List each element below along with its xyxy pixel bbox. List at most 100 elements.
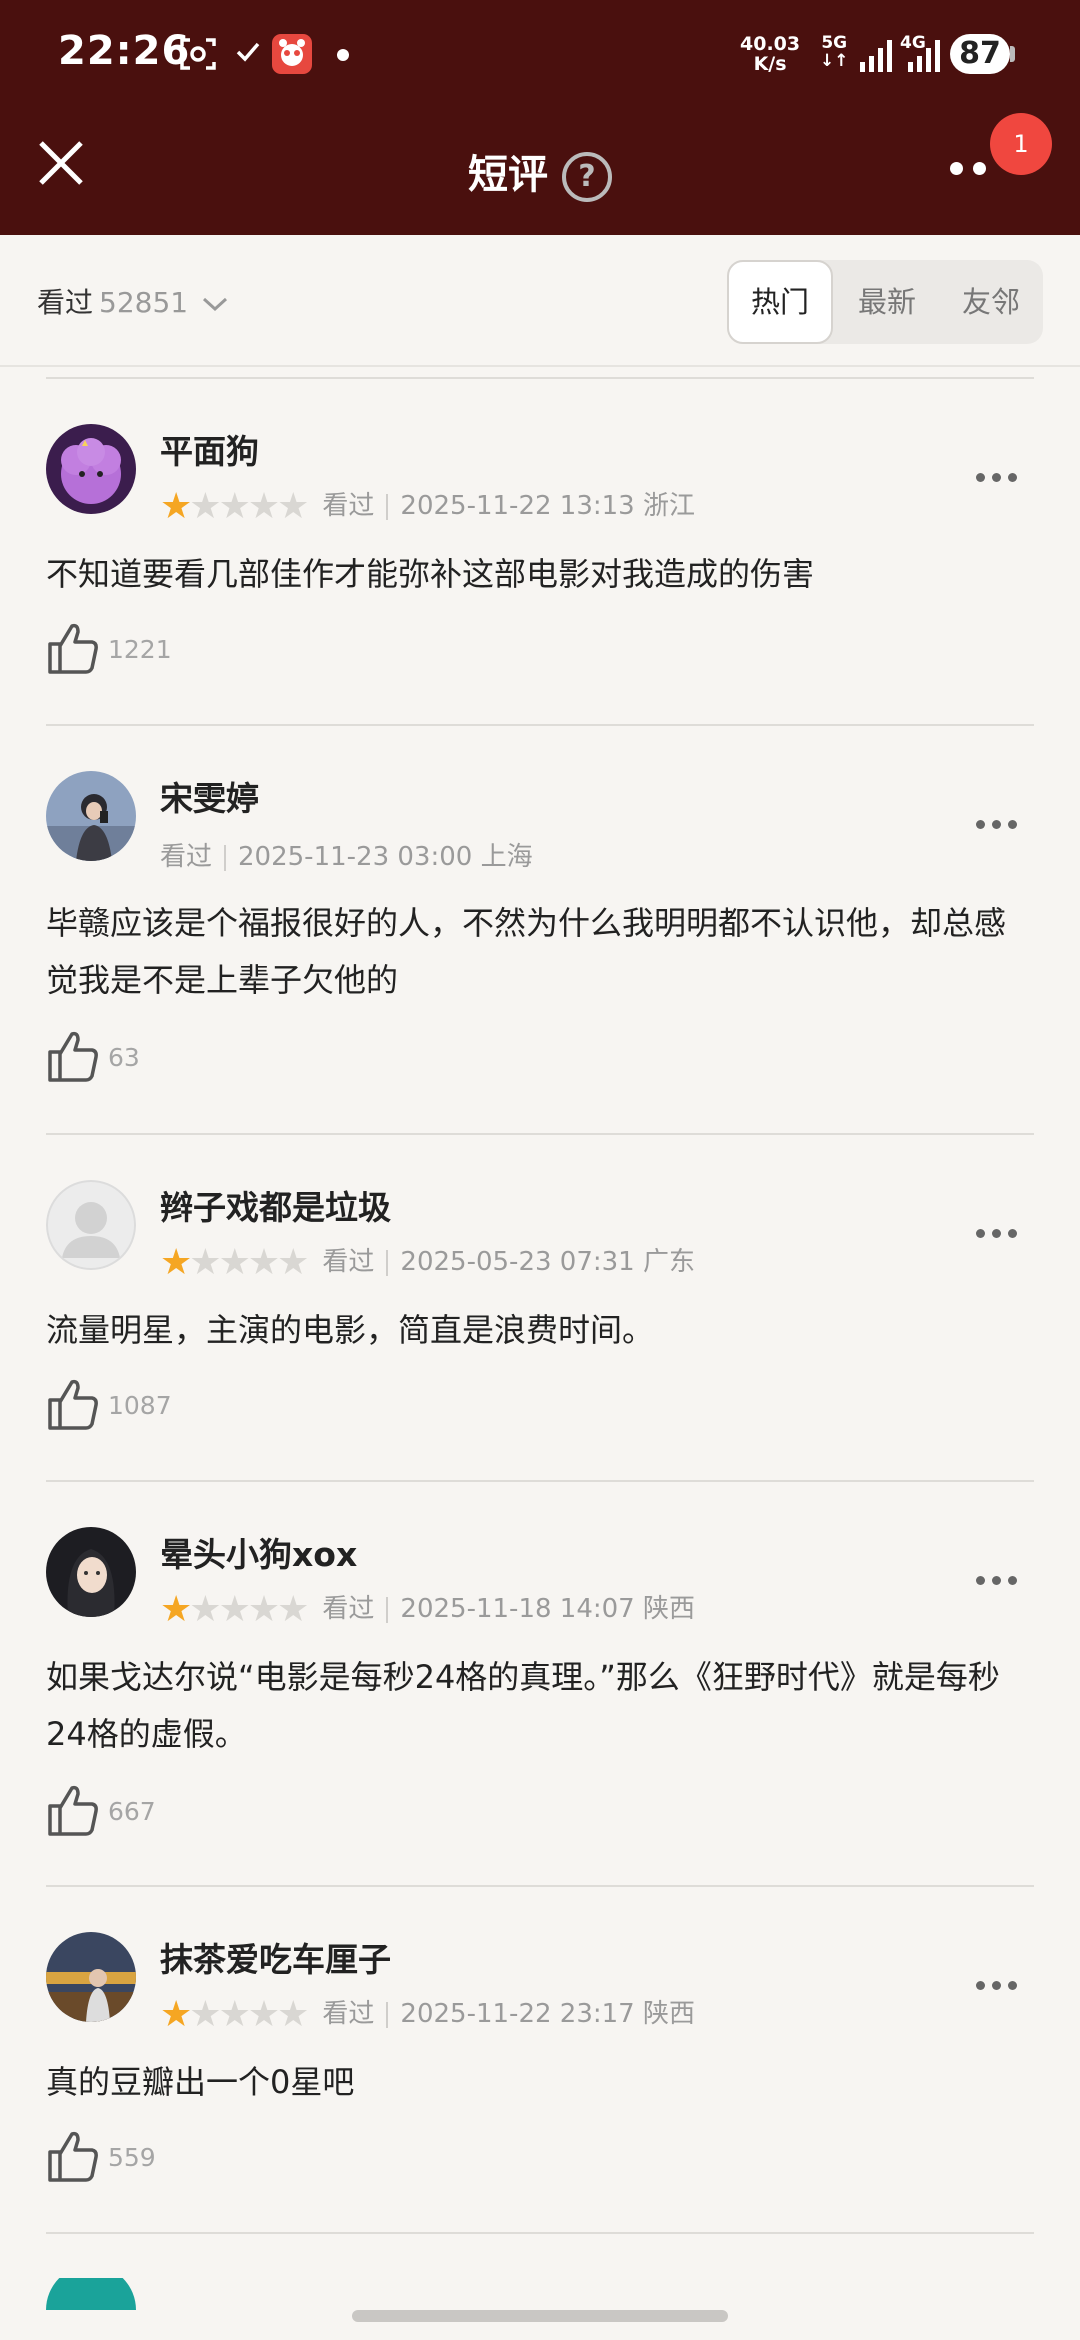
- review-username[interactable]: 抹茶爱吃车厘子: [160, 1933, 391, 1981]
- thumbs-up-icon[interactable]: [46, 1376, 100, 1432]
- like-count: 63: [108, 1043, 140, 1072]
- star-icon: ★: [189, 1588, 222, 1630]
- chevron-down-icon: [202, 297, 228, 312]
- star-icon: ★: [277, 1241, 310, 1283]
- review-meta: 看过 2025-11-23 03:00 上海: [160, 836, 533, 873]
- review-more-button[interactable]: [976, 1570, 1024, 1589]
- review-time: 2025-11-23 03:00: [238, 842, 473, 872]
- tab-friends[interactable]: 友邻: [941, 260, 1041, 344]
- review-username[interactable]: 晕头小狗xox: [160, 1528, 357, 1576]
- review-more-button[interactable]: [976, 814, 1024, 833]
- net-speed-unit: K/s: [753, 53, 787, 75]
- data-arrows-icon: ↓↑: [820, 51, 849, 71]
- review-meta: ★★★★★ 看过 2025-11-22 23:17 陕西: [160, 1993, 695, 2033]
- review-time: 2025-11-22 23:17: [400, 1999, 635, 2029]
- star-icon: ★: [189, 1993, 222, 2035]
- help-icon[interactable]: ?: [562, 152, 612, 202]
- filter-bar: 看过 52851 热门 最新 友邻: [0, 235, 1080, 367]
- star-icon: ★: [247, 1588, 281, 1630]
- like-count: 1221: [108, 635, 172, 664]
- star-icon: ★: [218, 1241, 251, 1283]
- home-indicator[interactable]: [352, 2310, 728, 2322]
- notification-badge[interactable]: 1: [990, 113, 1052, 175]
- rating-stars: ★★★★★: [160, 1588, 310, 1630]
- review-username[interactable]: 宋雯婷: [160, 772, 259, 820]
- review-location: 陕西: [642, 1999, 695, 2029]
- tab-hot[interactable]: 热门: [727, 260, 833, 344]
- review-username[interactable]: 辫子戏都是垃圾: [160, 1181, 391, 1229]
- meta-separator: [386, 493, 389, 520]
- page-title-text: 短评: [468, 152, 548, 198]
- divider: [46, 724, 1034, 726]
- thumbs-up-icon[interactable]: [46, 620, 100, 676]
- more-options-button[interactable]: [950, 160, 996, 179]
- star-icon: ★: [218, 1588, 251, 1630]
- star-icon: ★: [218, 485, 251, 527]
- star-icon: ★: [160, 1588, 193, 1630]
- divider: [46, 2232, 1034, 2234]
- like-count: 1087: [108, 1391, 172, 1420]
- review-text: 毕赣应该是个福报很好的人，不然为什么我明明都不认识他，却总感觉我是不是上辈子欠他…: [46, 904, 1007, 999]
- divider: [46, 1133, 1034, 1135]
- review-more-button[interactable]: [976, 1223, 1024, 1242]
- seen-filter-dropdown[interactable]: 看过 52851: [37, 281, 229, 321]
- seen-label: 看过: [37, 286, 94, 319]
- rating-stars: ★★★★★: [160, 1993, 310, 2035]
- star-icon: ★: [277, 1993, 310, 2035]
- thumbs-up-icon[interactable]: [46, 1028, 100, 1084]
- battery-tip: [1010, 46, 1015, 62]
- review-meta: ★★★★★ 看过 2025-05-23 07:31 广东: [160, 1241, 695, 1281]
- star-icon: ★: [189, 485, 222, 527]
- tab-latest[interactable]: 最新: [837, 260, 937, 344]
- star-icon: ★: [160, 485, 193, 527]
- review-location: 上海: [480, 842, 533, 872]
- avatar[interactable]: [46, 2278, 136, 2310]
- review-location: 陕西: [642, 1594, 695, 1624]
- check-icon: [236, 42, 260, 62]
- app-notification-icon: [272, 34, 312, 74]
- review-meta: ★★★★★ 看过 2025-11-22 13:13 浙江: [160, 485, 695, 525]
- meta-separator: [386, 2001, 389, 2028]
- signal-icon: [908, 40, 940, 72]
- thumbs-up-icon[interactable]: [46, 2128, 100, 2184]
- network-5g: 5G ↓↑: [820, 34, 849, 70]
- net-speed-value: 40.03: [740, 33, 801, 55]
- review-username[interactable]: 平面狗: [160, 425, 259, 473]
- star-icon: ★: [277, 485, 310, 527]
- screenshot-icon: [180, 38, 216, 70]
- review-status: 看过: [322, 1594, 375, 1624]
- status-bar: 22:26 40.03 K/s 5G ↓↑ 4G 87: [0, 0, 1080, 110]
- avatar[interactable]: [46, 1527, 136, 1617]
- review-text: 不知道要看几部佳作才能弥补这部电影对我造成的伤害: [46, 555, 815, 593]
- avatar[interactable]: [46, 771, 136, 861]
- signal-icon: [860, 40, 892, 72]
- battery-indicator: 87: [950, 34, 1010, 74]
- top-bar: 22:26 40.03 K/s 5G ↓↑ 4G 87 短评 ? 1: [0, 0, 1080, 235]
- like-count: 559: [108, 2143, 156, 2172]
- status-time: 22:26: [58, 28, 191, 74]
- divider: [46, 1480, 1034, 1482]
- star-icon: ★: [218, 1993, 251, 2035]
- star-icon: ★: [247, 1241, 281, 1283]
- star-icon: ★: [277, 1588, 310, 1630]
- star-icon: ★: [160, 1241, 193, 1283]
- avatar[interactable]: [46, 1180, 136, 1270]
- review-text: 如果戈达尔说“电影是每秒24格的真理。”那么《狂野时代》就是每秒24格的虚假。: [46, 1658, 1000, 1753]
- review-time: 2025-11-18 14:07: [400, 1594, 635, 1624]
- meta-separator: [386, 1249, 389, 1276]
- review-text: 流量明星，主演的电影，简直是浪费时间。: [46, 1311, 655, 1349]
- review-status: 看过: [160, 842, 213, 872]
- review-location: 广东: [642, 1247, 695, 1277]
- thumbs-up-icon[interactable]: [46, 1782, 100, 1838]
- review-more-button[interactable]: [976, 1975, 1024, 1994]
- page-title: 短评?: [0, 142, 1080, 202]
- review-more-button[interactable]: [976, 467, 1024, 486]
- divider: [46, 377, 1034, 379]
- like-count: 667: [108, 1797, 156, 1826]
- avatar[interactable]: [46, 1932, 136, 2022]
- seen-count: 52851: [99, 286, 189, 319]
- avatar[interactable]: [46, 424, 136, 514]
- net-speed: 40.03 K/s: [740, 34, 800, 74]
- sort-tabs: 热门 最新 友邻: [727, 260, 1043, 344]
- divider: [46, 1885, 1034, 1887]
